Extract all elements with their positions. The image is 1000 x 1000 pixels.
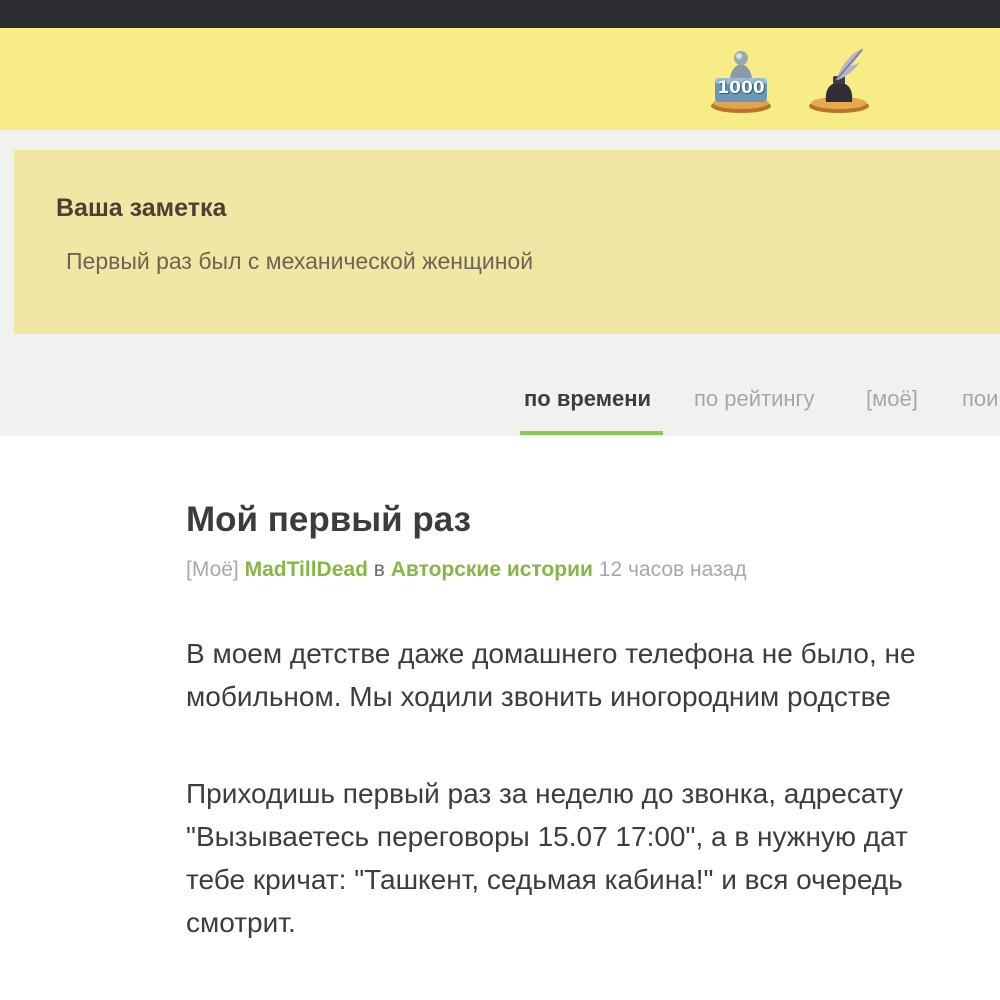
active-tab-indicator (520, 431, 663, 435)
post-tag[interactable]: [Моё] (186, 558, 239, 581)
trophy-1000-label: 1000 (717, 78, 765, 98)
post-paragraph: В моем детстве даже домашнего телефона н… (186, 632, 916, 718)
paragraph-line: мобильном. Мы ходили звонить иногородним… (186, 681, 891, 712)
post-time: 12 часов назад (598, 558, 747, 581)
post-author-link[interactable]: MadTillDead (245, 558, 368, 581)
paragraph-line: смотрит. (186, 907, 296, 938)
post-community-link[interactable]: Авторские истории (391, 558, 593, 581)
paragraph-line: "Вызываетесь переговоры 15.07 17:00", а … (186, 821, 908, 852)
paragraph-line: В моем детстве даже домашнего телефона н… (186, 638, 916, 669)
tab-by-time[interactable]: по времени (524, 386, 651, 412)
note-title: Ваша заметка (56, 194, 227, 222)
note-text[interactable]: Первый раз был с механической женщиной (66, 248, 533, 275)
post-paragraph: Приходишь первый раз за неделю до звонка… (186, 772, 908, 944)
paragraph-line: Приходишь первый раз за неделю до звонка… (186, 778, 903, 809)
tab-by-rating[interactable]: по рейтингу (694, 386, 815, 412)
inkwell-quill-icon[interactable] (806, 44, 872, 114)
trophy-1000-icon[interactable]: 1000 (708, 44, 774, 114)
top-bar (0, 0, 1000, 28)
post-meta-in: в (373, 558, 385, 581)
tab-mine[interactable]: [моё] (866, 386, 918, 412)
user-note-panel: Ваша заметка Первый раз был с механическ… (14, 150, 1000, 334)
post-meta: [Моё] MadTillDead в Авторские истории 12… (186, 558, 747, 582)
tab-search[interactable]: пои (962, 386, 998, 412)
post-title[interactable]: Мой первый раз (186, 500, 471, 540)
paragraph-line: тебе кричат: "Ташкент, седьмая кабина!" … (186, 864, 903, 895)
sort-tabs: по времени по рейтингу [моё] пои (0, 380, 1000, 436)
